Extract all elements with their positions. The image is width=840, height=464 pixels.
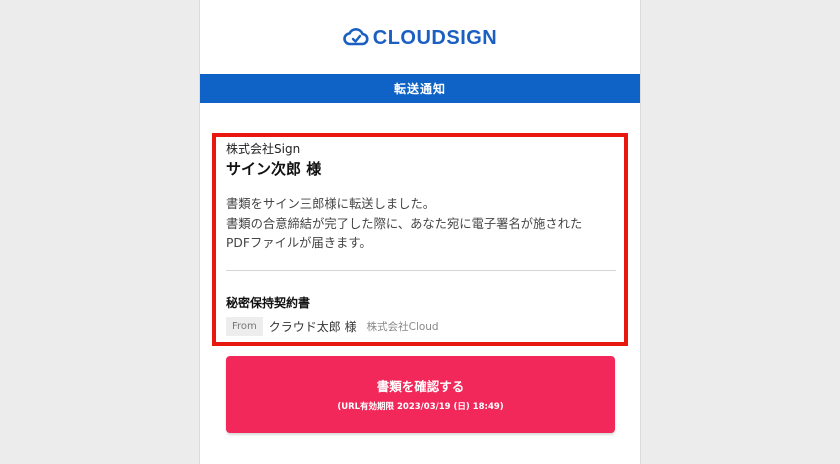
email-body: CLOUDSIGN 転送通知 株式会社Sign サイン次郎 様 書類をサイン三郎… <box>200 0 640 464</box>
logo-text: CLOUDSIGN <box>372 27 498 49</box>
notification-banner: 転送通知 <box>200 74 640 103</box>
banner-title: 転送通知 <box>393 82 446 96</box>
left-background <box>0 0 200 464</box>
confirm-document-button[interactable]: 書類を確認する (URL有効期限 2023/03/19 (日) 18:49) <box>226 356 615 433</box>
message-line: PDFファイルが届きます。 <box>226 236 372 250</box>
cloud-sign-icon <box>342 26 369 50</box>
cloudsign-logo: CLOUDSIGN <box>200 26 640 50</box>
message-line: 書類の合意締結が完了した際に、あなた宛に電子署名が施された <box>226 216 583 231</box>
sender-row: From クラウド太郎 様 株式会社Cloud <box>226 317 439 336</box>
right-background <box>640 0 840 464</box>
recipient-name: サイン次郎 様 <box>226 160 322 178</box>
url-expiry-text: (URL有効期限 2023/03/19 (日) 18:49) <box>337 402 504 412</box>
sender-company: 株式会社Cloud <box>366 321 439 333</box>
button-label: 書類を確認する <box>376 379 465 394</box>
sender-name: クラウド太郎 様 <box>268 320 357 334</box>
from-badge: From <box>226 317 263 336</box>
document-title: 秘密保持契約書 <box>226 296 311 310</box>
recipient-company: 株式会社Sign <box>226 142 301 156</box>
message-line: 書類をサイン三郎様に転送しました。 <box>226 197 436 211</box>
divider <box>226 270 616 271</box>
message-text: 書類をサイン三郎様に転送しました。 書類の合意締結が完了した際に、あなた宛に電子… <box>226 195 621 254</box>
